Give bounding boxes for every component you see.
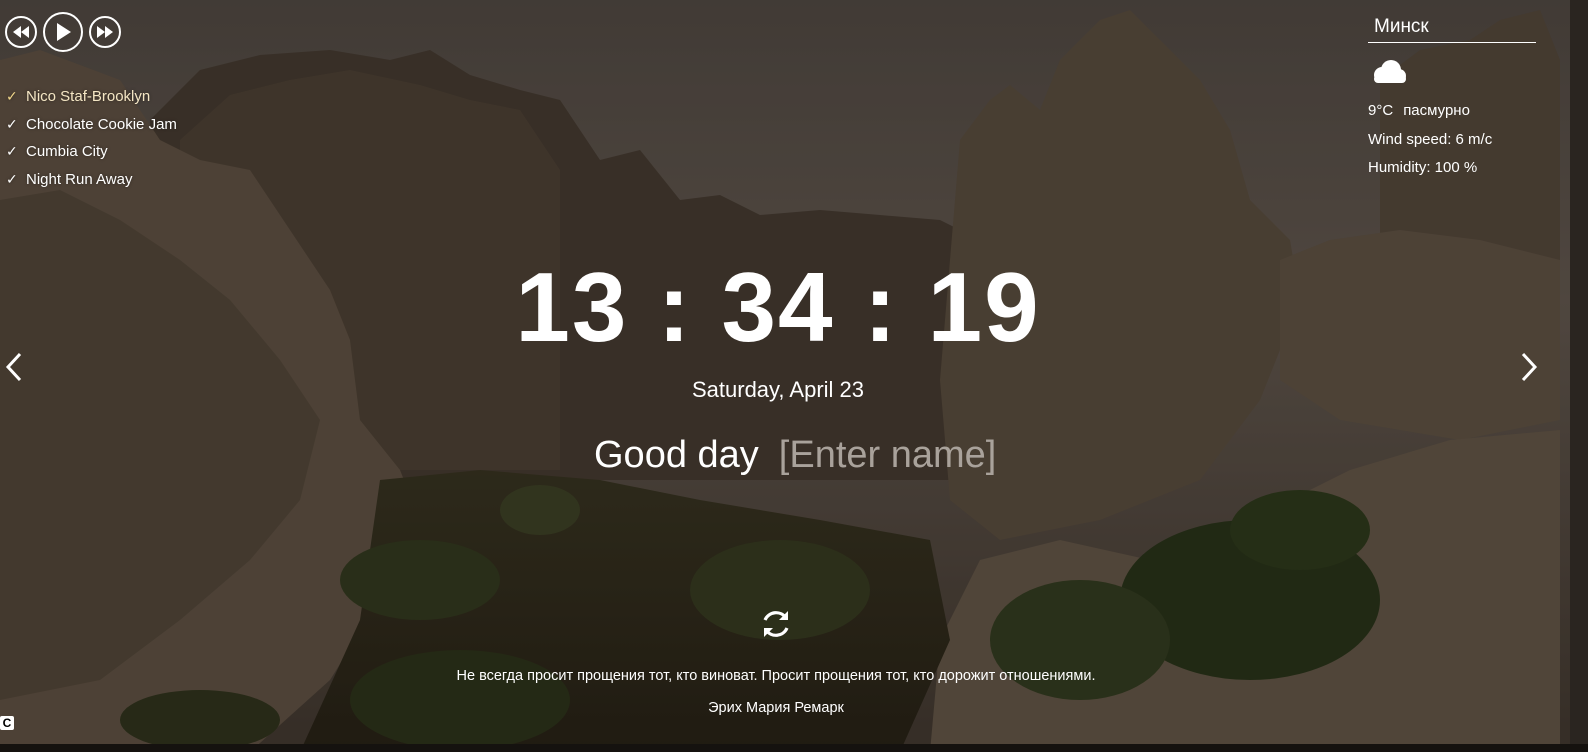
clock-time: 13 : 34 : 19 — [515, 252, 1041, 362]
check-icon: ✓ — [6, 115, 18, 132]
fast-forward-icon — [97, 26, 113, 38]
rewind-icon — [13, 26, 29, 38]
play-icon — [55, 23, 71, 41]
corner-badge: C — [0, 716, 14, 730]
quote-text: Не всегда просит прощения тот, кто винов… — [456, 668, 1096, 684]
quote-author: Эрих Мария Ремарк — [708, 700, 844, 716]
playlist-item[interactable]: ✓ Cumbia City — [6, 138, 177, 166]
change-quote-button[interactable] — [758, 606, 794, 647]
greeting-text: Good day — [594, 434, 759, 476]
play-button[interactable] — [43, 12, 83, 52]
audio-player — [5, 12, 121, 52]
window-right-edge — [1570, 0, 1588, 752]
window-bottom-edge — [0, 744, 1588, 752]
check-icon: ✓ — [6, 143, 18, 159]
track-title: Night Run Away — [26, 170, 133, 188]
weather-description: пасмурно — [1403, 102, 1470, 119]
refresh-icon — [758, 611, 794, 646]
next-track-button[interactable] — [89, 16, 121, 48]
playlist-item[interactable]: ✓ Night Run Away — [6, 166, 177, 194]
city-input[interactable] — [1368, 14, 1536, 43]
track-title: Nico Staf-Brooklyn — [26, 88, 151, 105]
background-image — [0, 0, 1588, 752]
humidity: Humidity: 100 % — [1368, 159, 1478, 176]
playlist-item[interactable]: ✓ Nico Staf-Brooklyn — [6, 83, 177, 111]
weather-summary: 9°C пасмурно — [1368, 97, 1536, 126]
weather-widget: 9°C пасмурно Wind speed: 6 m/c Humidity: … — [1368, 14, 1536, 183]
playlist: ✓ Nico Staf-Brooklyn ✓ Chocolate Cookie … — [6, 83, 177, 193]
wind-speed: Wind speed: 6 m/c — [1368, 130, 1493, 148]
clock-date: Saturday, April 23 — [691, 377, 865, 402]
track-title: Chocolate Cookie Jam — [26, 115, 177, 133]
cloud-icon — [1368, 57, 1536, 93]
temperature: 9°C — [1368, 102, 1394, 119]
greeting: Good day — [594, 434, 1039, 477]
previous-track-button[interactable] — [5, 16, 37, 48]
playlist-item[interactable]: ✓ Chocolate Cookie Jam — [6, 111, 177, 139]
name-input[interactable] — [778, 434, 1039, 477]
track-title: Cumbia City — [26, 143, 108, 160]
check-icon: ✓ — [6, 88, 18, 104]
check-icon: ✓ — [6, 170, 18, 187]
